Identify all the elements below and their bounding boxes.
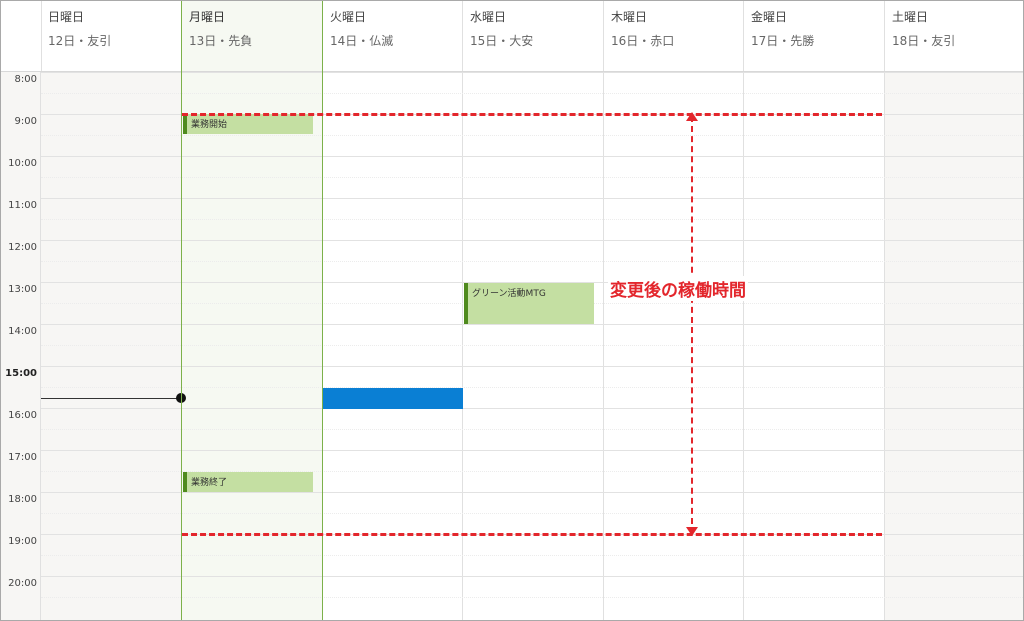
half-hour-line [41,345,1023,346]
hour-line [41,408,1023,409]
time-label: 18:00 [8,494,37,505]
time-label: 19:00 [8,536,37,547]
day-column-sunday[interactable] [41,72,182,620]
day-date: 14日・仏滅 [330,34,394,48]
hour-line [41,156,1023,157]
day-name: 木曜日 [611,10,648,24]
day-header-tuesday[interactable]: 火曜日 14日・仏滅 [323,1,463,71]
half-hour-line [41,429,1023,430]
time-label-current: 15:00 [5,368,37,379]
hour-line [41,324,1023,325]
day-header-saturday[interactable]: 土曜日 18日・友引 [885,1,1023,71]
hour-line [41,198,1023,199]
event-work-end[interactable]: 業務終了 [183,472,313,492]
day-name: 土曜日 [892,10,929,24]
half-hour-line [41,93,1023,94]
event-work-start[interactable]: 業務開始 [183,114,313,134]
day-date: 13日・先負 [189,34,253,48]
half-hour-line [41,555,1023,556]
time-label: 20:00 [8,578,37,589]
hour-line [41,492,1023,493]
half-hour-line [41,513,1023,514]
day-header-monday[interactable]: 月曜日 13日・先負 [182,1,323,71]
arrow-up-icon [686,112,698,121]
annotation-start-line [182,113,882,116]
time-grid: 8:00 9:00 10:00 11:00 12:00 13:00 14:00 … [1,72,1023,620]
day-date: 17日・先勝 [751,34,815,48]
week-header: 日曜日 12日・友引 月曜日 13日・先負 火曜日 14日・仏滅 水曜日 15日… [1,1,1023,72]
event-title: 業務開始 [191,120,228,130]
time-label: 16:00 [8,410,37,421]
time-label: 8:00 [14,74,37,85]
event-title: 業務終了 [191,478,228,488]
time-column-header [1,1,42,71]
event-selected-slot[interactable] [323,388,463,409]
day-name: 金曜日 [751,10,788,24]
day-column-friday[interactable] [744,72,885,620]
day-column-wednesday[interactable] [463,72,604,620]
day-header-sunday[interactable]: 日曜日 12日・友引 [41,1,182,71]
time-label: 12:00 [8,242,37,253]
half-hour-line [41,219,1023,220]
arrow-down-icon [686,527,698,536]
day-header-friday[interactable]: 金曜日 17日・先勝 [744,1,885,71]
time-label: 13:00 [8,284,37,295]
annotation-span-line [691,116,693,534]
half-hour-line [41,135,1023,136]
day-name: 日曜日 [48,10,85,24]
time-label: 17:00 [8,452,37,463]
annotation-end-line [182,533,882,536]
day-date: 18日・友引 [892,34,956,48]
day-name: 火曜日 [330,10,367,24]
calendar-week-view: 日曜日 12日・友引 月曜日 13日・先負 火曜日 14日・仏滅 水曜日 15日… [0,0,1024,621]
day-header-wednesday[interactable]: 水曜日 15日・大安 [463,1,604,71]
event-title: グリーン活動MTG [472,289,546,299]
hour-line [41,366,1023,367]
day-column-tuesday[interactable] [323,72,463,620]
day-date: 12日・友引 [48,34,112,48]
hour-line [41,576,1023,577]
hour-line [41,240,1023,241]
day-date: 15日・大安 [470,34,534,48]
time-label: 11:00 [8,200,37,211]
half-hour-line [41,177,1023,178]
day-header-thursday[interactable]: 木曜日 16日・赤口 [604,1,744,71]
day-column-saturday[interactable] [885,72,1023,620]
half-hour-line [41,261,1023,262]
annotation-label: 変更後の稼働時間 [608,276,748,301]
half-hour-line [41,597,1023,598]
half-hour-line [41,387,1023,388]
current-time-line [41,398,182,399]
day-column-monday[interactable] [182,72,323,620]
event-green-activity-mtg[interactable]: グリーン活動MTG [464,283,594,324]
time-label: 9:00 [14,116,37,127]
current-time-dot [176,393,186,403]
day-column-thursday[interactable] [604,72,744,620]
day-name: 水曜日 [470,10,507,24]
day-date: 16日・赤口 [611,34,675,48]
hour-line [41,72,1023,73]
hour-line [41,450,1023,451]
time-label: 14:00 [8,326,37,337]
time-label: 10:00 [8,158,37,169]
day-name: 月曜日 [189,10,226,24]
